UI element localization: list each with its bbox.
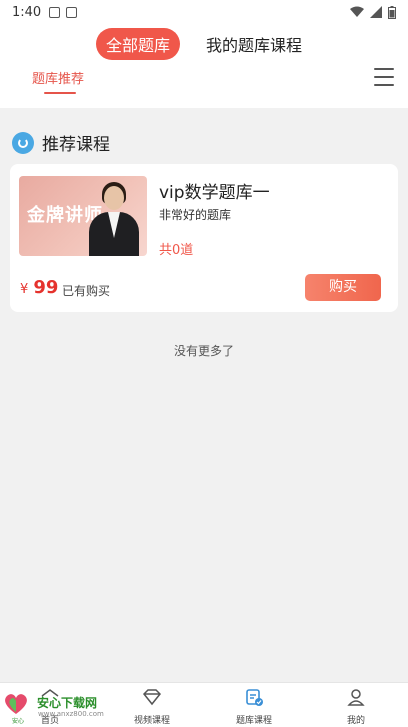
buy-button[interactable]: 购买 [305,274,381,301]
nav-item-question-bank[interactable]: 题库课程 [214,687,294,726]
price-value: 99 [33,277,59,298]
teacher-illustration [89,180,139,256]
subtab-bar: 题库推荐 [0,68,408,100]
wifi-icon [350,6,364,17]
list-end-text: 没有更多了 [173,344,234,358]
nav-item-video-courses[interactable]: 视频课程 [112,687,192,726]
header: 全部题库 我的题库课程 题库推荐 [0,24,408,108]
segment-control: 全部题库 我的题库课程 [0,28,408,60]
segment-my-banks[interactable]: 我的题库课程 [196,28,312,60]
purchase-status: 已有购买 [62,284,111,298]
section-title: 推荐课程 [42,135,110,155]
notification-icon [49,6,61,18]
course-card[interactable]: 金牌讲师 vip数学题库一 非常好的题库 共0道 ¥ 99 已有购买 购买 [10,164,398,312]
diamond-icon [142,689,162,706]
segment-all-banks[interactable]: 全部题库 [95,28,180,60]
course-description: 非常好的题库 [159,208,232,222]
menu-icon[interactable] [374,68,394,86]
refresh-icon [12,131,34,154]
currency-symbol: ¥ [20,282,29,297]
user-icon [347,689,365,706]
watermark-title: 安心下载网 [37,696,98,710]
status-bar: 1:40 [0,0,408,24]
course-thumbnail: 金牌讲师 [19,176,147,256]
watermark-url: www.anxz800.com [38,710,104,718]
status-time: 1:40 [12,4,42,20]
price: ¥ 99 [20,277,58,298]
signal-icon [370,6,382,18]
watermark-small-text: 安心 [12,718,25,725]
battery-icon [388,5,396,19]
question-count: 共0道 [159,243,194,258]
watermark-heart-icon [5,694,27,714]
notification-icon [66,6,78,18]
tab-recommended[interactable]: 题库推荐 [32,68,84,87]
nav-item-me[interactable]: 我的 [316,687,396,726]
section-header: 推荐课程 [12,130,110,155]
nav-label: 视频课程 [133,716,170,726]
watermark: 安心 安心下载网 www.anxz800.com [0,690,110,725]
nav-label: 我的 [346,716,365,726]
tab-indicator [44,92,76,94]
course-title: vip数学题库一 [159,183,270,203]
question-bank-icon [246,689,263,706]
nav-label: 题库课程 [235,716,272,726]
